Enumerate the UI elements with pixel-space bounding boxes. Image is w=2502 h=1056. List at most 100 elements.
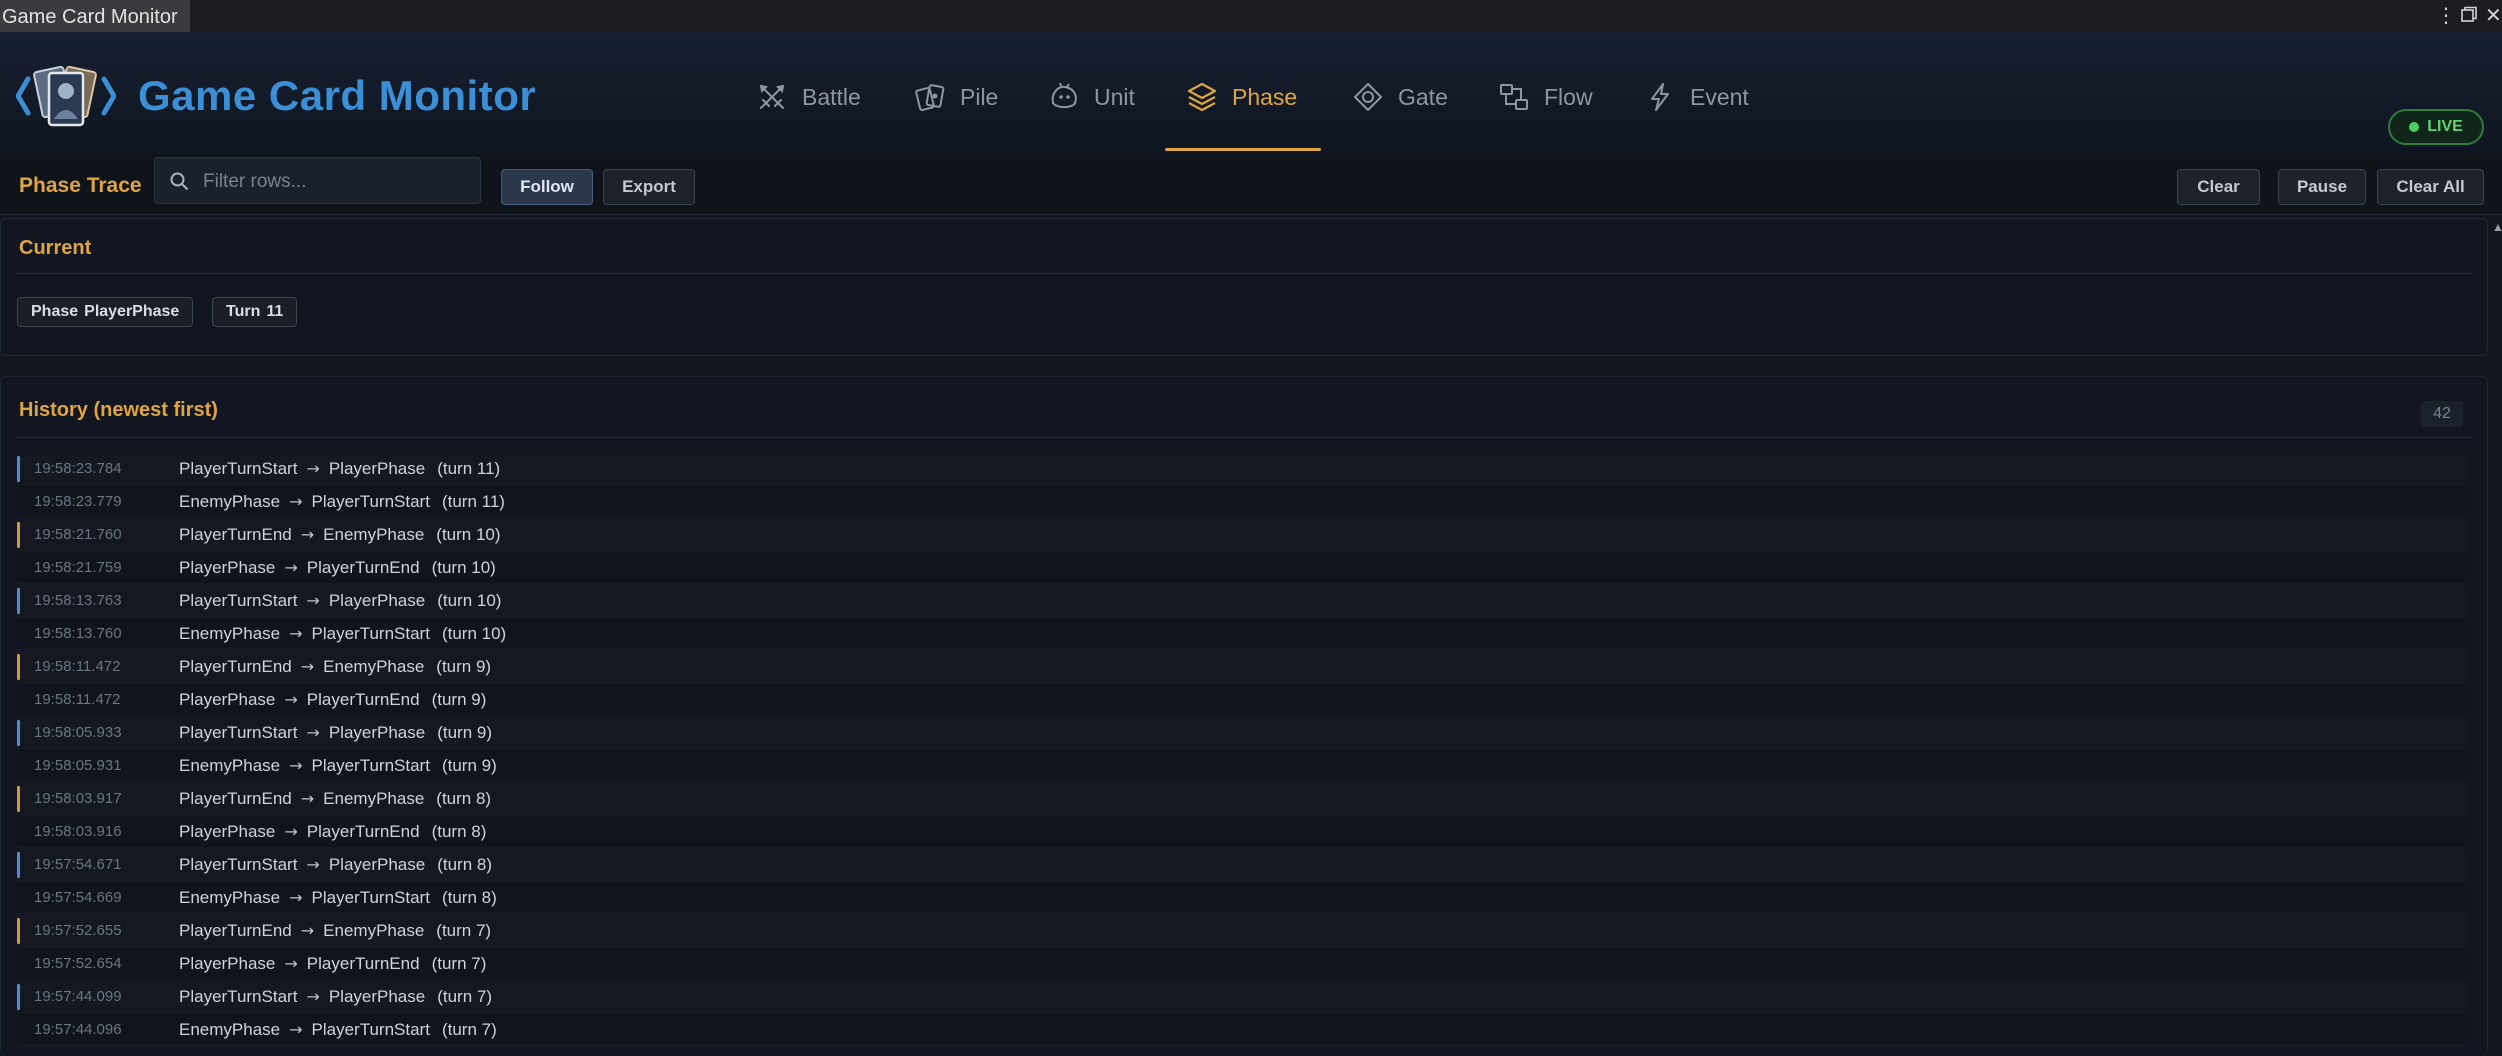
tab-phase[interactable]: Phase	[1186, 72, 1297, 122]
to-phase: PlayerPhase	[328, 722, 426, 742]
phase-trace-toolbar: Phase Trace Follow Export Clear Pause Cl…	[0, 156, 2502, 215]
row-transition: EnemyPhase → PlayerTurnStart (turn 11)	[179, 492, 505, 512]
table-row[interactable]: 19:58:11.472 PlayerTurnEnd → EnemyPhase (tur…	[17, 651, 2467, 683]
row-timestamp: 19:58:11.472	[34, 691, 121, 708]
search-icon	[170, 172, 188, 190]
table-row[interactable]: 19:58:13.763 PlayerTurnStart → PlayerPhase (…	[17, 585, 2467, 617]
tab-gate[interactable]: Gate	[1352, 72, 1448, 122]
phase-chip-value: PlayerPhase	[84, 303, 180, 320]
filter-box[interactable]	[154, 157, 481, 204]
tab-event[interactable]: Event	[1644, 72, 1749, 122]
row-marker	[17, 522, 20, 548]
tab-battle[interactable]: Battle	[756, 72, 861, 122]
from-phase: PlayerPhase	[179, 557, 276, 577]
table-row[interactable]: 19:58:03.916 PlayerPhase → PlayerTurnEnd (tu…	[17, 816, 2467, 848]
row-transition: EnemyPhase → PlayerTurnStart (turn 9)	[179, 756, 497, 776]
scroll-up-icon[interactable]: ▲	[2492, 220, 2502, 234]
row-transition: PlayerTurnEnd → EnemyPhase (turn 7)	[179, 921, 491, 941]
table-row[interactable]: 19:58:21.760 PlayerTurnEnd → EnemyPhase (tur…	[17, 519, 2467, 551]
row-marker	[17, 720, 20, 746]
table-row[interactable]: 19:58:03.917 PlayerTurnEnd → EnemyPhase (tur…	[17, 783, 2467, 815]
row-transition: PlayerTurnEnd → EnemyPhase (turn 9)	[179, 657, 491, 677]
row-transition: PlayerTurnStart → PlayerPhase (turn 8)	[179, 855, 492, 875]
row-transition: PlayerPhase → PlayerTurnEnd (turn 10)	[179, 558, 496, 578]
row-timestamp: 19:58:21.759	[34, 559, 122, 576]
row-timestamp: 19:57:44.096	[34, 1021, 122, 1038]
tab-unit[interactable]: Unit	[1048, 72, 1135, 122]
flow-icon	[1500, 84, 1528, 110]
row-transition: EnemyPhase → PlayerTurnStart (turn 8)	[179, 888, 497, 908]
row-timestamp: 19:58:13.763	[34, 592, 122, 609]
arrow-right-icon: →	[300, 788, 315, 808]
pause-button[interactable]: Pause	[2278, 169, 2366, 205]
row-transition: EnemyPhase → PlayerTurnStart (turn 7)	[179, 1020, 497, 1040]
arrow-right-icon: →	[289, 491, 303, 511]
turn-number: (turn 8)	[441, 887, 497, 907]
arrow-right-icon: →	[289, 887, 303, 907]
table-row[interactable]: 19:58:05.931 EnemyPhase → PlayerTurnStart (t…	[17, 750, 2467, 782]
tab-flow-label: Flow	[1544, 83, 1593, 110]
table-row[interactable]: 19:57:54.671 PlayerTurnStart → PlayerPhase (…	[17, 849, 2467, 881]
arrow-right-icon: →	[289, 623, 303, 643]
table-row[interactable]: 19:58:23.784 PlayerTurnStart → PlayerPhase (…	[17, 453, 2467, 485]
from-phase: EnemyPhase	[179, 491, 281, 511]
row-timestamp: 19:58:05.933	[34, 724, 122, 741]
to-phase: EnemyPhase	[323, 920, 425, 940]
turn-number: (turn 7)	[431, 953, 487, 973]
tab-phase-label: Phase	[1232, 83, 1298, 110]
current-title: Current	[19, 237, 92, 259]
row-transition: PlayerPhase → PlayerTurnEnd (turn 8)	[179, 822, 486, 842]
row-timestamp: 19:58:03.916	[34, 823, 122, 840]
turn-number: (turn 10)	[431, 557, 496, 577]
turn-number: (turn 10)	[436, 524, 501, 544]
diamond-gate-icon	[1353, 82, 1383, 112]
table-row[interactable]: 19:58:23.779 EnemyPhase → PlayerTurnStart (t…	[17, 486, 2467, 518]
tab-pile[interactable]: Pile	[914, 72, 998, 122]
clear-all-button[interactable]: Clear All	[2377, 169, 2484, 205]
live-badge: LIVE	[2388, 109, 2484, 145]
lightning-icon	[1651, 83, 1669, 111]
table-row[interactable]: 19:58:11.472 PlayerPhase → PlayerTurnEnd (tu…	[17, 684, 2467, 716]
row-timestamp: 19:57:44.099	[34, 988, 122, 1005]
current-panel: Current Phase PlayerPhase Turn 11	[0, 218, 2488, 356]
turn-number: (turn 7)	[437, 986, 493, 1006]
kebab-menu-icon[interactable]: ⋮	[2436, 2, 2456, 30]
arrow-right-icon: →	[284, 953, 298, 973]
from-phase: PlayerTurnStart	[179, 590, 298, 610]
turn-number: (turn 7)	[436, 920, 492, 940]
tab-flow[interactable]: Flow	[1498, 72, 1593, 122]
turn-number: (turn 11)	[437, 458, 501, 478]
row-marker	[17, 984, 20, 1010]
filter-input[interactable]	[201, 166, 473, 198]
history-title: History (newest first)	[19, 399, 218, 421]
table-row[interactable]: 19:58:21.759 PlayerPhase → PlayerTurnEnd (tu…	[17, 552, 2467, 584]
row-transition: PlayerTurnStart → PlayerPhase (turn 7)	[179, 987, 492, 1007]
table-row[interactable]: 19:58:13.760 EnemyPhase → PlayerTurnStart (t…	[17, 618, 2467, 650]
table-row[interactable]: 19:57:44.096 EnemyPhase → PlayerTurnStart (t…	[17, 1014, 2467, 1046]
turn-number: (turn 9)	[441, 755, 497, 775]
row-timestamp: 19:58:05.931	[34, 757, 122, 774]
table-row[interactable]: 19:57:52.654 PlayerPhase → PlayerTurnEnd (tu…	[17, 948, 2467, 980]
close-icon[interactable]: ✕	[2485, 2, 2502, 30]
table-row[interactable]: 19:58:05.933 PlayerTurnStart → PlayerPhase (…	[17, 717, 2467, 749]
clear-button[interactable]: Clear	[2177, 169, 2260, 205]
maximize-icon[interactable]	[2460, 4, 2478, 32]
row-transition: PlayerTurnEnd → EnemyPhase (turn 8)	[179, 789, 491, 809]
section-title: Phase Trace	[19, 174, 142, 197]
tab-battle-label: Battle	[802, 83, 861, 110]
arrow-right-icon: →	[306, 722, 320, 742]
table-row[interactable]: 19:57:54.669 EnemyPhase → PlayerTurnStart (t…	[17, 882, 2467, 914]
tab-pile-label: Pile	[960, 83, 999, 110]
from-phase: EnemyPhase	[179, 755, 281, 775]
crossed-swords-icon	[759, 84, 785, 109]
from-phase: PlayerPhase	[179, 689, 276, 709]
table-row[interactable]: 19:57:44.099 PlayerTurnStart → PlayerPhase (…	[17, 981, 2467, 1013]
row-timestamp: 19:58:03.917	[34, 790, 122, 807]
table-row[interactable]: 19:57:52.655 PlayerTurnEnd → EnemyPhase (tur…	[17, 915, 2467, 947]
window-tab[interactable]: Game Card Monitor	[0, 0, 190, 32]
export-button[interactable]: Export	[603, 169, 695, 205]
row-timestamp: 19:58:23.779	[34, 493, 122, 510]
follow-button[interactable]: Follow	[501, 169, 593, 205]
row-transition: PlayerTurnEnd → EnemyPhase (turn 10)	[179, 525, 501, 545]
divider	[15, 437, 2473, 438]
